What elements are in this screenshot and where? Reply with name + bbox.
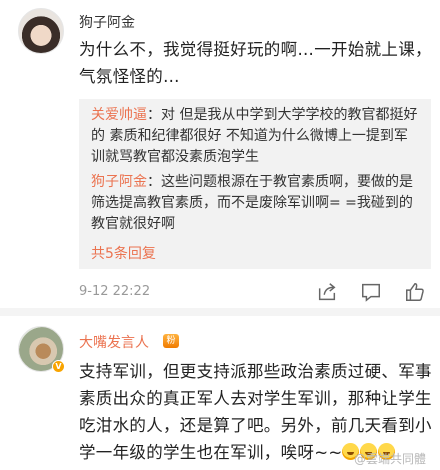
comment-timestamp: 9-12 22:22: [79, 284, 151, 299]
verified-badge-icon: V: [52, 360, 65, 373]
comment-item: V 大嘴发言人 粉 支持军训，但更支持派那些政治素质过硬、军事素质出众的真正军人…: [0, 316, 440, 470]
comment-username[interactable]: 狗子阿金: [79, 12, 135, 32]
fan-badge-icon: 粉: [163, 334, 179, 348]
comment-icon[interactable]: [360, 281, 382, 303]
comment-item: 狗子阿金 为什么不，我觉得挺好玩的啊…一开始就上课，气氛怪怪的… 关爱帅逼：对 …: [0, 0, 440, 308]
reply-thread: 关爱帅逼：对 但是我从中学到大学学校的教官都挺好的 素质和纪律都很好 不知道为什…: [79, 99, 431, 269]
watermark: @雲端共同體: [353, 452, 426, 466]
reply-colon: ：: [147, 174, 161, 190]
comment-actions: [316, 281, 426, 303]
reply-item: 狗子阿金：这些问题根源在于教官素质啊，要做的是筛选提高教官素质，而不是废除军训啊…: [91, 172, 421, 235]
reply-username[interactable]: 关爱帅逼: [91, 107, 147, 123]
comment-divider: [0, 308, 440, 316]
share-icon[interactable]: [316, 281, 338, 303]
thumbs-up-icon[interactable]: [404, 281, 426, 303]
more-replies-link[interactable]: 共5条回复: [91, 243, 156, 263]
comment-username[interactable]: 大嘴发言人: [79, 332, 149, 352]
comment-text: 为什么不，我觉得挺好玩的啊…一开始就上课，气氛怪怪的…: [79, 40, 432, 86]
reply-item: 关爱帅逼：对 但是我从中学到大学学校的教官都挺好的 素质和纪律都很好 不知道为什…: [91, 105, 421, 168]
reply-colon: ：: [147, 107, 161, 123]
reply-username[interactable]: 狗子阿金: [91, 174, 147, 190]
avatar[interactable]: [18, 8, 64, 54]
